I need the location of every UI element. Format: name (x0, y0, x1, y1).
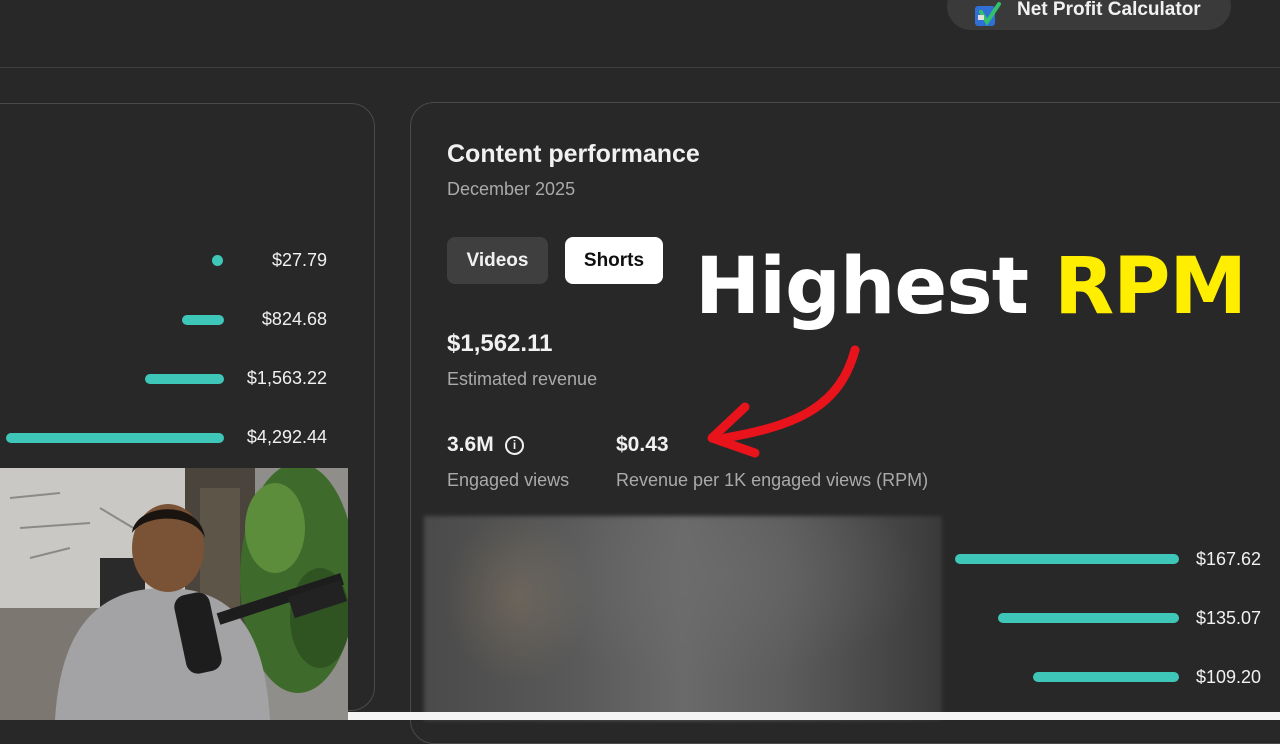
rpm-label: Revenue per 1K engaged views (RPM) (616, 470, 929, 490)
net-profit-calculator-label: Net Profit Calculator (1017, 0, 1201, 20)
overlay-caption-highlight: RPM (1054, 242, 1247, 332)
bar-value: $167.62 (1196, 549, 1262, 569)
bar-value: $135.07 (1196, 608, 1262, 628)
bar (998, 613, 1179, 623)
webcam-scene (0, 468, 348, 720)
bar-value: $1,563.22 (246, 368, 327, 388)
bar-value: $4,292.44 (246, 427, 327, 447)
bar-value: $824.68 (261, 309, 327, 329)
overlay-caption-main: Highest (695, 242, 1029, 332)
estimated-revenue-value: $1,562.11 (447, 330, 553, 357)
tab-shorts[interactable]: Shorts (565, 237, 663, 284)
bar-marker (212, 255, 223, 266)
bar (182, 315, 224, 325)
top-bar: Net Profit Calculator (0, 0, 1280, 68)
red-arrow-icon (707, 345, 860, 458)
webcam-video (0, 468, 348, 720)
bottom-strip (347, 712, 1280, 720)
bar (955, 554, 1179, 564)
card-title: Content performance (447, 140, 700, 168)
bar (1033, 672, 1179, 682)
info-icon[interactable]: i (505, 436, 524, 455)
calculator-logo-icon (975, 2, 1001, 26)
bar-value: $27.79 (271, 250, 327, 270)
bar-value: $109.20 (1196, 667, 1262, 687)
engaged-views-label: Engaged views (447, 470, 570, 490)
card-period: December 2025 (447, 179, 576, 199)
blurred-content (424, 516, 942, 720)
engaged-views-value: 3.6M (447, 433, 494, 456)
tab-videos[interactable]: Videos (447, 237, 548, 284)
estimated-revenue-label: Estimated revenue (447, 369, 598, 389)
bar (145, 374, 224, 384)
rpm-value: $0.43 (616, 433, 669, 456)
overlay-caption: Highest RPM (695, 242, 1247, 332)
bar (6, 433, 224, 443)
net-profit-calculator-button[interactable]: Net Profit Calculator (947, 0, 1231, 30)
